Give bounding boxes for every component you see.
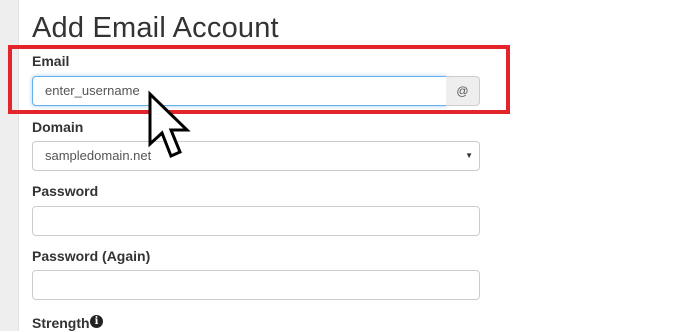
domain-label: Domain [32,119,84,135]
mouse-pointer-icon [148,90,191,159]
password-input[interactable] [32,206,480,236]
domain-selected-value: sampledomain.net [45,148,152,163]
domain-select[interactable]: sampledomain.net ▼ [32,141,480,171]
strength-label: Strength [32,315,90,331]
email-highlight-annotation [8,45,510,114]
caret-down-icon: ▼ [465,151,473,160]
password-label: Password [32,183,99,199]
page-title: Add Email Account [32,12,279,44]
password-again-label: Password (Again) [32,248,151,264]
info-circle-icon[interactable]: i [90,315,103,328]
password-again-input[interactable] [32,270,480,300]
